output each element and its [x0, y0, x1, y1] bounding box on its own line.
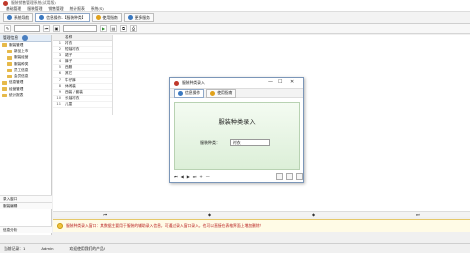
- folder-icon: [7, 62, 12, 66]
- toolbar: ✎ ⏮ ▣ ▶ ▤ ⧉ ⎙: [0, 24, 470, 34]
- dialog-title-bar: 服装种类录入: [170, 78, 303, 88]
- maximize-icon[interactable]: ☐: [278, 79, 282, 85]
- folder-icon: [2, 43, 7, 47]
- document-icon: [178, 90, 183, 96]
- menu-item-system[interactable]: 系统(S): [91, 6, 104, 12]
- table-row[interactable]: 11 儿童: [53, 102, 112, 109]
- entry-dialog: 服装种类录入 — ☐ ✕ 信息操作 使用指南 服装种类录入 服装种类： 衬衣 ⏮…: [169, 77, 304, 183]
- sidebar-footer-edit[interactable]: 服装编辑: [0, 202, 52, 209]
- type-field-label: 服装种类：: [200, 140, 220, 145]
- first-record-icon[interactable]: ⏮: [103, 212, 107, 217]
- sidebar-bottom-analysis[interactable]: 信息分析: [0, 226, 52, 233]
- table-button[interactable]: ▤: [110, 25, 117, 32]
- tab-more-services[interactable]: 更多服务: [123, 13, 154, 22]
- dialog-footer: ⏮ ◀ ▶ ⏭ + —: [170, 170, 303, 182]
- dialog-heading: 服装种类录入: [218, 119, 256, 126]
- menu-item-sales[interactable]: 销售管理: [48, 6, 63, 12]
- folder-icon: [7, 74, 12, 79]
- last-record-icon[interactable]: ⏭: [416, 212, 420, 217]
- edit-button[interactable]: ✎: [4, 25, 11, 32]
- tab-bar: 系统导航 信息操作-【服装种类】 使用指南 更多服务: [0, 12, 470, 24]
- sidebar-item-stats[interactable]: 统计报表: [0, 92, 51, 98]
- copy-button[interactable]: ⧉: [120, 25, 127, 32]
- minimize-icon[interactable]: —: [268, 79, 273, 85]
- menu-item-basic[interactable]: 基础管理: [6, 6, 21, 12]
- tab-user-guide[interactable]: 使用指南: [91, 13, 122, 22]
- nav-prev-icon[interactable]: ◀: [181, 174, 184, 179]
- nav-last-icon[interactable]: ⏭: [193, 174, 197, 179]
- save-button[interactable]: ▣: [53, 25, 60, 32]
- next-record-icon[interactable]: ◆: [312, 212, 315, 217]
- print-icon[interactable]: [276, 172, 283, 180]
- status-bar: 当前记录：1 Admin 欢迎使用我们的产品!: [0, 243, 470, 253]
- print-button[interactable]: ⎙: [130, 25, 137, 32]
- status-user: Admin: [41, 246, 54, 251]
- folder-icon: [7, 68, 12, 73]
- gear-icon: [127, 15, 133, 20]
- sidebar: 管理信息 服装管理 新品上市 服装经营 服装种类 员工信息 会员信息 信息管理 …: [0, 35, 52, 235]
- folder-icon: [7, 49, 12, 54]
- close-icon[interactable]: ✕: [290, 79, 294, 85]
- play-button[interactable]: ▶: [100, 25, 107, 32]
- help-icon: [95, 15, 101, 20]
- menu-item-reports[interactable]: 统计报表: [70, 6, 85, 12]
- sidebar-header: 管理信息: [0, 35, 51, 42]
- status-welcome: 欢迎使用我们的产品!: [69, 245, 106, 251]
- sidebar-toggle-icon[interactable]: [22, 35, 29, 41]
- search-input[interactable]: [63, 25, 97, 32]
- help-icon: [210, 90, 216, 96]
- status-record: 当前记录：1: [4, 245, 26, 251]
- dialog-tab-info[interactable]: 信息操作: [174, 88, 205, 98]
- menu-item-clothing[interactable]: 服装管理: [27, 6, 42, 12]
- folder-icon: [2, 93, 7, 98]
- record-navigator: ⏮ ◆ ◆ ⏭: [53, 211, 470, 217]
- document-icon: [39, 15, 45, 20]
- dialog-form: 服装种类录入 服装种类： 衬衣: [174, 102, 300, 170]
- dialog-tabs: 信息操作 使用指南: [170, 88, 303, 98]
- nav-delete-icon[interactable]: —: [206, 174, 210, 179]
- sidebar-tree: 服装管理 新品上市 服装经营 服装种类 员工信息 会员信息 信息管理 经营管理 …: [0, 42, 51, 99]
- nav-next-icon[interactable]: ▶: [187, 174, 190, 179]
- search-icon[interactable]: [296, 172, 303, 180]
- app-logo-icon: [174, 80, 179, 86]
- hint-bar: 服装种类录入窗口：其数据主要用于服装的辅助录入信息，可通过录入窗口录入，也可以直…: [53, 219, 470, 232]
- type-input[interactable]: 衬衣: [230, 139, 270, 146]
- save-icon[interactable]: [286, 172, 293, 180]
- warning-icon: [57, 223, 63, 229]
- nav-first-icon[interactable]: ⏮: [174, 174, 178, 179]
- hint-text: 服装种类录入窗口：其数据主要用于服装的辅助录入信息，可通过录入窗口录入，也可以直…: [66, 223, 264, 228]
- sidebar-footer-input-window[interactable]: 录入窗口: [0, 195, 52, 202]
- prev-record-icon[interactable]: ◆: [208, 212, 211, 217]
- dialog-tab-guide[interactable]: 使用指南: [206, 88, 237, 98]
- folder-icon: [2, 81, 7, 85]
- tab-system-nav[interactable]: 系统导航: [3, 13, 34, 22]
- tab-info-operation[interactable]: 信息操作-【服装种类】: [35, 13, 90, 22]
- home-icon: [7, 15, 12, 20]
- data-grid: 名称 1 衬衣 2 短袖衬衣 3 裙子 4 裤子 5 西服 6 其它 7 牛仔裤 8 休闲装 9…: [53, 35, 113, 115]
- folder-icon: [7, 55, 12, 60]
- nav-add-icon[interactable]: +: [199, 174, 202, 179]
- folder-icon: [2, 87, 7, 92]
- category-select[interactable]: [14, 25, 40, 32]
- first-record-button[interactable]: ⏮: [43, 25, 50, 32]
